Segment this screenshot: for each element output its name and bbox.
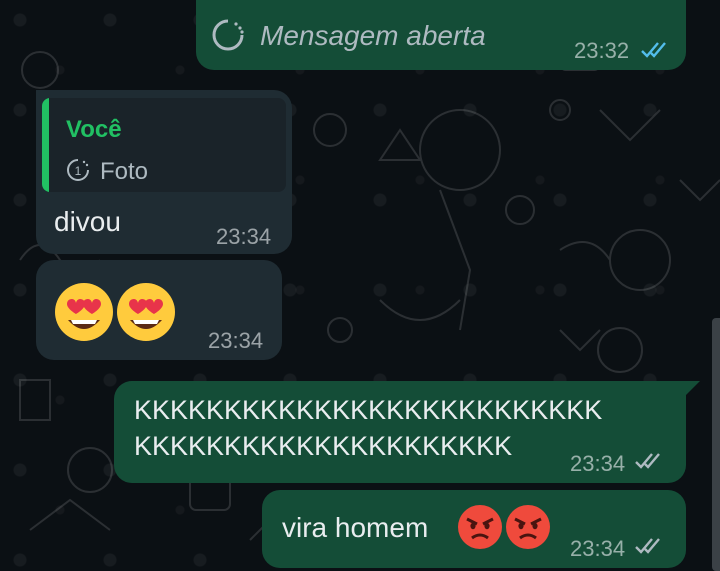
message-text-line-1: KKKKKKKKKKKKKKKKKKKKKKKKKK xyxy=(134,395,603,425)
bubble-tail xyxy=(682,381,700,399)
message-text: vira homem xyxy=(282,512,429,543)
message-time: 23:32 xyxy=(574,38,630,63)
message-bubble-outgoing[interactable]: Mensagem aberta 23:32 xyxy=(196,0,686,70)
heart-eyes-emoji xyxy=(117,283,175,341)
message-time: 23:34 xyxy=(570,536,626,561)
view-once-photo-icon: 1 xyxy=(67,159,89,181)
svg-text:1: 1 xyxy=(75,164,82,178)
message-text: divou xyxy=(54,206,121,237)
message-time: 23:34 xyxy=(570,451,626,476)
angry-face-emoji-pair xyxy=(458,505,550,549)
angry-face-emoji xyxy=(506,505,550,549)
view-once-opened-icon xyxy=(212,19,244,51)
chat-scrollbar[interactable] xyxy=(712,318,720,571)
message-bubble-outgoing[interactable]: vira homem 23:34 xyxy=(262,490,686,568)
message-bubble-incoming[interactable]: Você 1 Foto divou 23:34 xyxy=(36,90,292,254)
delivered-ticks-icon xyxy=(635,453,660,469)
quote-author: Você xyxy=(66,116,122,143)
quote-accent-bar xyxy=(42,98,49,192)
message-bubble-outgoing[interactable]: KKKKKKKKKKKKKKKKKKKKKKKKKK KKKKKKKKKKKKK… xyxy=(114,381,686,483)
delivered-ticks-icon xyxy=(635,538,660,554)
read-ticks-icon xyxy=(641,42,666,58)
message-time: 23:34 xyxy=(208,328,264,353)
quote-text: Foto xyxy=(100,158,149,185)
message-text-line-2: KKKKKKKKKKKKKKKKKKKKK xyxy=(134,431,513,461)
message-time: 23:34 xyxy=(216,224,272,249)
quoted-message[interactable]: Você 1 Foto xyxy=(42,98,286,192)
heart-eyes-emoji-pair xyxy=(55,283,175,341)
view-once-status-text: Mensagem aberta xyxy=(260,20,486,51)
heart-eyes-emoji xyxy=(55,283,113,341)
message-bubble-incoming[interactable]: 23:34 xyxy=(36,260,282,360)
angry-face-emoji xyxy=(458,505,502,549)
